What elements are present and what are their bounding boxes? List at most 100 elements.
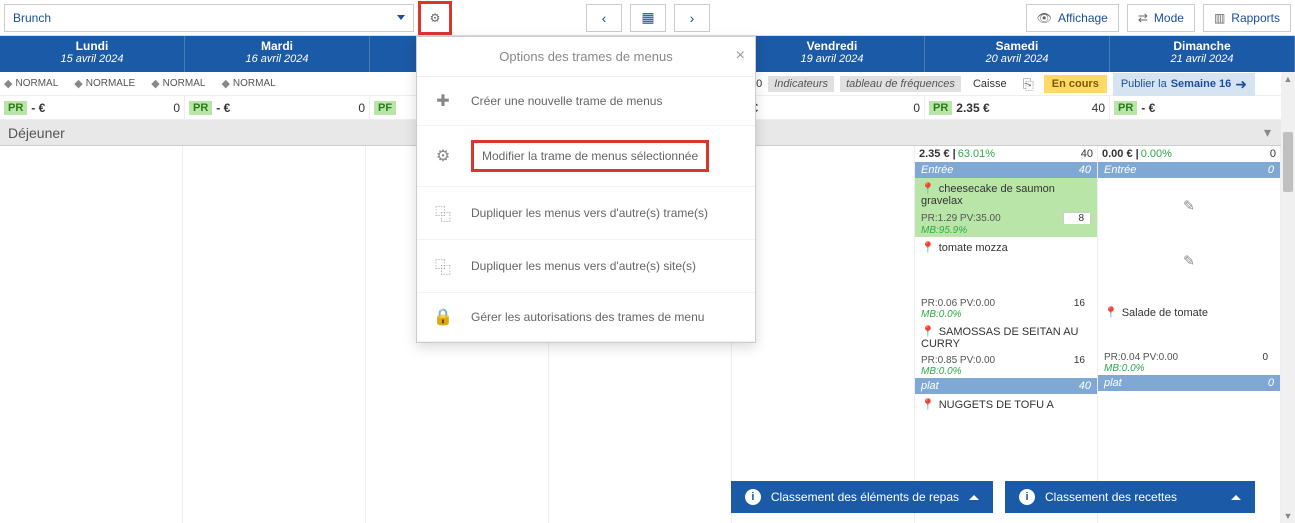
tableau-tag[interactable]: tableau de fréquences	[840, 76, 961, 92]
options-dropdown-panel: Options des trames de menus × ✚Créer une…	[416, 36, 756, 343]
dish-tomate-mozza[interactable]: 📍tomate mozza	[915, 237, 1097, 297]
dropdown-title: Options des trames de menus	[499, 49, 672, 64]
pr-cell-sat: PR2.35 €40	[925, 96, 1110, 119]
caret-down-icon: ▾	[1264, 124, 1271, 141]
calendar-icon: ▦	[641, 9, 654, 26]
col-tue	[183, 146, 366, 523]
flag-icon: ◆	[221, 77, 229, 90]
affichage-label: Affichage	[1058, 11, 1108, 25]
day-header-fri: Vendredi19 avril 2024	[740, 36, 925, 72]
col-mon	[0, 146, 183, 523]
pin-icon: 📍	[921, 183, 935, 195]
plus-icon: ✚	[433, 91, 453, 111]
dish-salade[interactable]: 📍Salade de tomate	[1098, 302, 1280, 323]
menu-item-dup-site[interactable]: ⿻Dupliquer les menus vers d'autre(s) sit…	[417, 240, 755, 293]
export-icon[interactable]: ⎘	[1019, 76, 1038, 93]
publier-button[interactable]: Publier la Semaine 16 ➜	[1113, 73, 1255, 96]
caisse-label: Caisse	[967, 76, 1013, 92]
dish-cheesecake-mb: MB:95.9%	[915, 224, 1097, 237]
pin-icon: 📍	[921, 326, 935, 338]
menu-item-auth[interactable]: 🔒Gérer les autorisations des trames de m…	[417, 293, 755, 342]
pencil-icon[interactable]: ✎	[1183, 252, 1195, 269]
col-sat: 2.35 € |63.01%40 Entrée40 📍cheesecake de…	[915, 146, 1098, 523]
droplet-icon: ◆	[74, 77, 82, 90]
rapports-button[interactable]: ▥ Rapports	[1203, 4, 1291, 32]
dish-salade-mb: MB:0.0%	[1098, 362, 1280, 375]
gear-icon: ⚙	[430, 11, 441, 25]
classement-repas-bar[interactable]: iClassement des éléments de repas	[731, 481, 993, 513]
gear-icon: ⚙	[433, 146, 453, 166]
pin-icon: 📍	[1104, 307, 1118, 319]
sun-plat-header: plat0	[1098, 375, 1280, 391]
pencil-icon[interactable]: ✎	[1183, 197, 1195, 214]
vertical-scrollbar[interactable]: ▲ ▼	[1281, 72, 1295, 523]
sat-topstat: 2.35 € |63.01%40	[915, 146, 1097, 162]
sliders-icon: ⇄	[1138, 11, 1148, 25]
pr-cell-tue: PR- €0	[185, 96, 370, 119]
calendar-button[interactable]: ▦	[630, 4, 666, 32]
eye-icon: 👁	[1037, 11, 1052, 25]
pr-cell-sun: PR- €0	[1110, 96, 1295, 119]
normal-item: ◆NORMAL	[4, 77, 58, 90]
lock-icon: 🔒	[433, 307, 453, 327]
pin-icon: 📍	[921, 242, 935, 254]
normal-item: ◆NORMAL	[151, 77, 205, 90]
dish-empty-2[interactable]: ✎	[1098, 233, 1280, 288]
dish-nuggets[interactable]: 📍NUGGETS DE TOFU A	[915, 394, 1097, 415]
dish-cheesecake[interactable]: 📍cheesecake de saumon gravelax	[915, 178, 1097, 211]
copy-site-icon: ⿻	[433, 254, 453, 278]
info-icon: i	[745, 489, 761, 505]
chevron-left-icon: ‹	[602, 10, 607, 26]
col-sun: 0.00 € |0.00%0 Entrée0 ✎ ✎ 📍Salade de to…	[1098, 146, 1281, 523]
day-header-mon: Lundi15 avril 2024	[0, 36, 185, 72]
sun-topstat: 0.00 € |0.00%0	[1098, 146, 1280, 162]
dropdown-header: Options des trames de menus ×	[417, 37, 755, 77]
menu-item-modify[interactable]: ⚙Modifier la trame de menus sélectionnée	[417, 126, 755, 187]
dish-samossas[interactable]: 📍SAMOSSAS DE SEITAN AU CURRY	[915, 321, 1097, 354]
sun-entree-header: Entrée0	[1098, 162, 1280, 178]
status-encours: En cours	[1044, 75, 1107, 93]
mode-label: Mode	[1154, 11, 1184, 25]
date-nav: ‹ ▦ ›	[582, 4, 714, 32]
gear-button-highlighted[interactable]: ⚙	[418, 1, 452, 35]
scroll-thumb[interactable]	[1283, 132, 1293, 192]
sat-plat-header: plat40	[915, 378, 1097, 394]
col-fri	[732, 146, 915, 523]
chevron-right-icon: ›	[690, 10, 695, 26]
rapports-label: Rapports	[1231, 11, 1280, 25]
next-button[interactable]: ›	[674, 4, 710, 32]
sat-entree-header: Entrée40	[915, 162, 1097, 178]
indicateurs-tag[interactable]: Indicateurs	[768, 76, 834, 92]
pin-icon: 📍	[921, 399, 935, 411]
menu-item-dup-trame[interactable]: ⿻Dupliquer les menus vers d'autre(s) tra…	[417, 187, 755, 240]
report-icon: ▥	[1214, 11, 1225, 25]
dish-tomate-mb: MB:0.0%	[915, 308, 1097, 321]
dish-samossas-mb: MB:0.0%	[915, 365, 1097, 378]
trame-dropdown[interactable]: Brunch	[4, 4, 414, 32]
prev-button[interactable]: ‹	[586, 4, 622, 32]
mode-button[interactable]: ⇄ Mode	[1127, 4, 1195, 32]
pr-cell-mon: PR- €0	[0, 96, 185, 119]
user-icon: ◆	[4, 77, 12, 90]
day-header-tue: Mardi16 avril 2024	[185, 36, 370, 72]
tool-row: 40 Indicateurs tableau de fréquences Cai…	[750, 72, 1279, 96]
caret-up-icon	[969, 495, 979, 500]
info-icon: i	[1019, 489, 1035, 505]
dish-empty-1[interactable]: ✎	[1098, 178, 1280, 233]
menu-item-create[interactable]: ✚Créer une nouvelle trame de menus	[417, 77, 755, 126]
normal-item: ◆NORMAL	[221, 77, 275, 90]
scroll-down-icon[interactable]: ▼	[1281, 509, 1295, 523]
caret-down-icon	[397, 15, 405, 20]
person-icon: ◆	[151, 77, 159, 90]
dejeuner-label: Déjeuner	[8, 125, 65, 141]
affichage-button[interactable]: 👁 Affichage	[1026, 4, 1119, 32]
arrow-right-icon: ➜	[1235, 76, 1247, 93]
day-header-sat: Samedi20 avril 2024	[925, 36, 1110, 72]
copy-icon: ⿻	[433, 201, 453, 225]
normal-item: ◆NORMALE	[74, 77, 135, 90]
classement-recettes-bar[interactable]: iClassement des recettes	[1005, 481, 1255, 513]
scroll-up-icon[interactable]: ▲	[1281, 72, 1295, 86]
caret-up-icon	[1231, 495, 1241, 500]
trame-dropdown-label: Brunch	[13, 11, 51, 25]
close-icon[interactable]: ×	[736, 47, 745, 65]
